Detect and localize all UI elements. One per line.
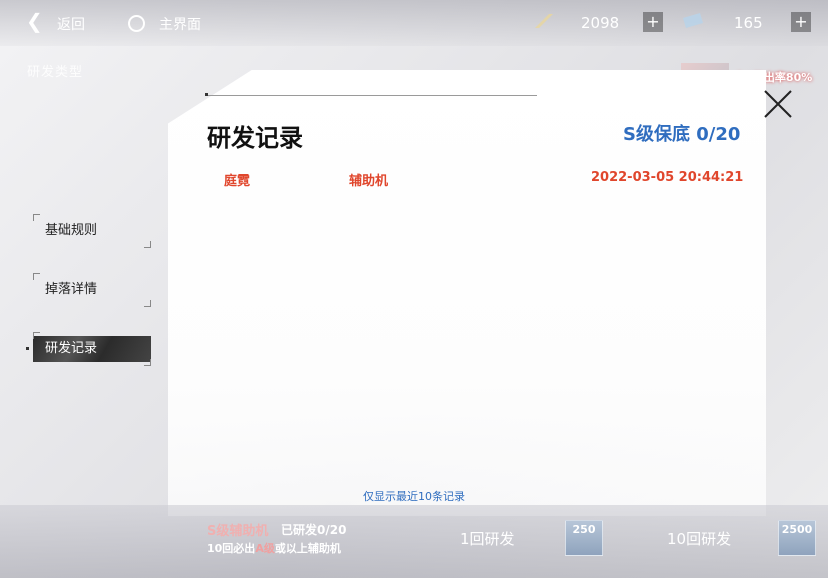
s-type-label: S级辅助机 <box>207 524 269 539</box>
tab-drop-details[interactable]: 掉落详情 <box>33 273 151 307</box>
record-time: 2022-03-05 20:44:21 <box>591 170 744 185</box>
draw-10-cost: 2500 <box>781 523 813 536</box>
ticket-resource-icon <box>683 13 703 28</box>
guarantee-suffix: 或以上辅助机 <box>274 542 341 555</box>
plus-icon[interactable]: + <box>791 12 811 32</box>
records-note: 仅显示最近10条记录 <box>363 490 465 503</box>
record-type: 辅助机 <box>349 174 389 189</box>
guarantee-text: 10回必出A级或以上辅助机 <box>207 540 341 556</box>
home-button[interactable]: 主界面 <box>159 14 201 34</box>
draw-1-cost: 250 <box>572 523 596 536</box>
pencil-resource-icon <box>535 14 553 28</box>
home-circle-icon[interactable] <box>128 15 145 32</box>
pity-counter: S级保底 0/20 <box>623 124 741 145</box>
close-icon[interactable] <box>760 86 796 122</box>
guarantee-prefix: 10回必出 <box>207 542 256 555</box>
panel-divider <box>207 95 537 96</box>
panel-title: 研发记录 <box>207 124 303 152</box>
draw-1-button[interactable]: 1回研发 <box>460 528 515 549</box>
tab-basic-rules[interactable]: 基础规则 <box>33 214 151 248</box>
tab-dev-records[interactable]: 研发记录 <box>33 332 151 366</box>
dev-count: 已研发0/20 <box>281 523 347 537</box>
draw-1-cost-box[interactable]: 250 <box>565 520 603 556</box>
panel-marker <box>205 93 208 96</box>
record-name: 庭霓 <box>224 174 251 189</box>
draw-10-button[interactable]: 10回研发 <box>667 528 731 549</box>
resource1-count: 2098 <box>581 14 620 32</box>
resource2-count: 165 <box>734 14 763 32</box>
draw-10-cost-box[interactable]: 2500 <box>778 520 816 556</box>
chevron-left-icon[interactable]: ❮ <box>26 9 43 33</box>
plus-icon[interactable]: + <box>643 12 663 32</box>
back-button[interactable]: 返回 <box>57 14 85 34</box>
guarantee-grade: A级 <box>255 542 275 555</box>
active-tab-marker <box>26 347 29 350</box>
background-type-label: 研发类型 <box>27 65 84 80</box>
